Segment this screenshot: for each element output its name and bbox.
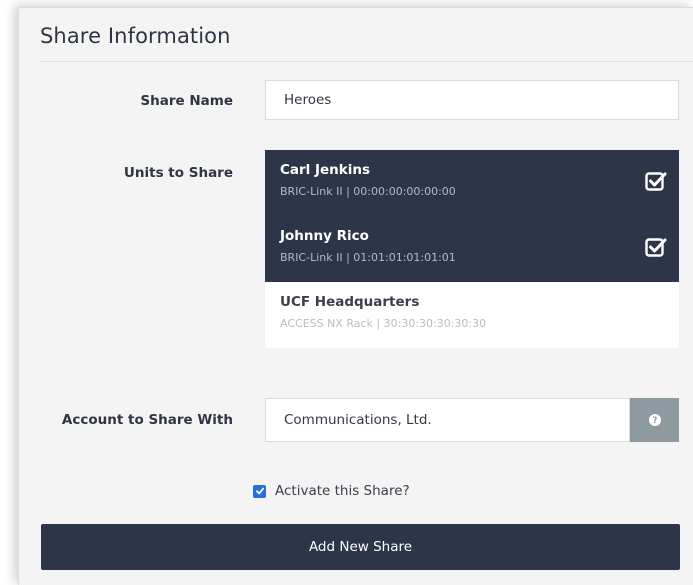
unit-item[interactable]: Carl Jenkins BRIC-Link II | 00:00:00:00:…: [265, 150, 679, 216]
unit-name: Carl Jenkins: [280, 162, 371, 178]
checkmark-icon: [255, 487, 264, 495]
add-new-share-button[interactable]: Add New Share: [41, 524, 680, 570]
unit-name: UCF Headquarters: [280, 294, 420, 310]
svg-text:?: ?: [652, 416, 657, 426]
activate-share-row[interactable]: Activate this Share?: [253, 483, 410, 499]
account-input[interactable]: [265, 398, 630, 442]
share-name-input[interactable]: [265, 80, 679, 120]
unit-detail: ACCESS NX Rack | 30:30:30:30:30:30: [280, 317, 487, 330]
account-label: Account to Share With: [61, 412, 233, 428]
activate-label: Activate this Share?: [275, 483, 410, 499]
title-divider: [40, 61, 693, 62]
unit-detail: BRIC-Link II | 00:00:00:00:00:00: [280, 185, 456, 198]
question-circle-icon: ?: [648, 414, 661, 426]
activate-checkbox[interactable]: [253, 484, 266, 498]
section-title: Share Information: [40, 24, 231, 48]
unit-item[interactable]: UCF Headquarters ACCESS NX Rack | 30:30:…: [265, 282, 679, 348]
checked-box-icon[interactable]: [645, 170, 667, 192]
help-button[interactable]: ?: [630, 398, 679, 442]
checked-box-icon[interactable]: [645, 236, 667, 258]
units-list: Carl Jenkins BRIC-Link II | 00:00:00:00:…: [265, 150, 679, 348]
unit-item[interactable]: Johnny Rico BRIC-Link II | 01:01:01:01:0…: [265, 216, 679, 282]
unit-detail: BRIC-Link II | 01:01:01:01:01:01: [280, 251, 456, 264]
share-name-label: Share Name: [140, 93, 233, 109]
unit-name: Johnny Rico: [280, 228, 369, 244]
units-to-share-label: Units to Share: [123, 165, 233, 181]
